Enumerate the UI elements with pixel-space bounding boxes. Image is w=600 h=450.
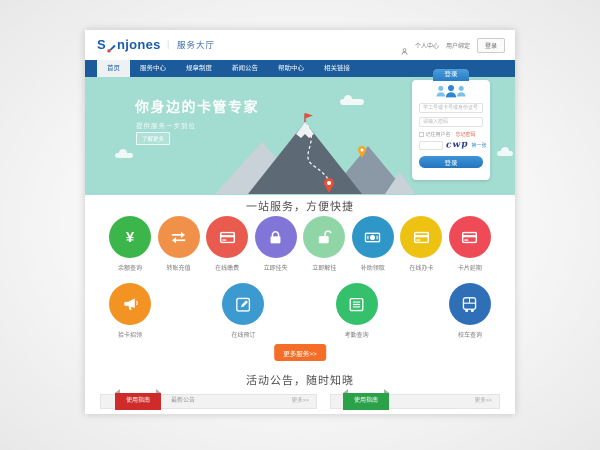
service-label: 补助领取: [350, 263, 396, 272]
service-item[interactable]: 转账充值: [156, 216, 202, 283]
service-label: 余额查询: [107, 263, 153, 272]
user-binding-link[interactable]: 用户绑定: [446, 41, 470, 50]
service-label: 校车查询: [447, 330, 493, 339]
service-item[interactable]: ¥ 余额查询: [107, 216, 153, 283]
service-item[interactable]: 在线预订: [220, 283, 266, 350]
transfer-icon[interactable]: [158, 216, 200, 258]
tab-usage-guide-right[interactable]: 使用指南: [343, 393, 389, 410]
card-icon[interactable]: [206, 216, 248, 258]
more-link-right[interactable]: 更多>>: [475, 395, 492, 408]
header-divider: |: [167, 39, 169, 49]
portal-name: 服务大厅: [177, 39, 215, 51]
portal-page: S njones | 服务大厅 个人中心 用户绑定 登录 首页 服务中心 规章制…: [85, 30, 515, 414]
cloud-decoration: [115, 153, 133, 158]
captcha-row: cwp 换一张: [419, 140, 487, 150]
edit-icon[interactable]: [222, 283, 264, 325]
service-label: 考勤查询: [334, 330, 380, 339]
unlock-icon[interactable]: [303, 216, 345, 258]
service-item[interactable]: 立即挂失: [253, 216, 299, 283]
login-tab[interactable]: 登录: [433, 69, 469, 81]
login-panel: 登录 记住用户名 忘记密码 cwp 换一张 登录: [412, 80, 490, 180]
service-label: 在线办卡: [398, 263, 444, 272]
service-item[interactable]: 卡片延期: [447, 216, 493, 283]
list-icon[interactable]: [336, 283, 378, 325]
services-grid: ¥ 余额查询转账充值在线缴费立即挂失立即解挂补助领取在线办卡卡片延期拾卡招领 在线预…: [107, 216, 493, 350]
cloud-decoration: [497, 151, 513, 156]
hero-subtitle: 提供服务一步到位: [136, 120, 196, 130]
announcements-section-title: 活动公告，随时知晓: [85, 372, 515, 388]
service-item[interactable]: 考勤查询: [334, 283, 380, 350]
money-icon[interactable]: [352, 216, 394, 258]
service-item[interactable]: 在线缴费: [204, 216, 250, 283]
announcements-left-panel: 使用指南 最新公告 更多>>: [100, 394, 317, 409]
nav-item-related-links[interactable]: 相关链接: [314, 60, 360, 77]
tab-usage-guide-left[interactable]: 使用指南: [115, 393, 161, 410]
browser-viewport: S njones | 服务大厅 个人中心 用户绑定 登录 首页 服务中心 规章制…: [0, 0, 600, 450]
nav-item-rules[interactable]: 规章制度: [176, 60, 222, 77]
logo-arrow-icon: [107, 40, 116, 50]
username-input[interactable]: [419, 103, 483, 113]
yuan-icon[interactable]: ¥: [109, 216, 151, 258]
captcha-image[interactable]: cwp: [446, 139, 469, 150]
service-item[interactable]: 在线办卡: [398, 216, 444, 283]
header-links: 个人中心 用户绑定 登录: [401, 30, 505, 60]
card-icon[interactable]: [400, 216, 442, 258]
service-item[interactable]: 拾卡招领: [107, 283, 153, 350]
announcements-right-panel: 使用指南 更多>>: [330, 394, 500, 409]
service-label: 拾卡招领: [107, 330, 153, 339]
logo-text-suffix: njones: [117, 37, 161, 52]
service-item[interactable]: 校车查询: [447, 283, 493, 350]
nav-item-home[interactable]: 首页: [97, 60, 130, 77]
lock-icon[interactable]: [255, 216, 297, 258]
login-options: 记住用户名 忘记密码: [419, 131, 476, 138]
service-item[interactable]: 补助领取: [350, 216, 396, 283]
services-section-title: 一站服务，方便快捷: [85, 198, 515, 214]
site-header: S njones | 服务大厅 个人中心 用户绑定 登录: [85, 30, 515, 60]
logo-text-prefix: S: [97, 37, 106, 52]
tab-latest-notices[interactable]: 最新公告: [171, 395, 195, 408]
more-link-left[interactable]: 更多>>: [292, 395, 309, 408]
horn-icon[interactable]: [109, 283, 151, 325]
users-icon: [434, 84, 468, 103]
nav-item-service-center[interactable]: 服务中心: [130, 60, 176, 77]
captcha-input[interactable]: [419, 141, 443, 150]
login-submit-button[interactable]: 登录: [419, 156, 483, 168]
forgot-password-link[interactable]: 忘记密码: [456, 131, 476, 138]
service-label: 转账充值: [156, 263, 202, 272]
mountain-illustration: [210, 112, 415, 194]
logo[interactable]: S njones: [97, 37, 161, 52]
remember-label: 记住用户名: [426, 131, 451, 138]
service-item[interactable]: 立即解挂: [301, 216, 347, 283]
service-label: 卡片延期: [447, 263, 493, 272]
nav-item-help-center[interactable]: 帮助中心: [268, 60, 314, 77]
card-icon[interactable]: [449, 216, 491, 258]
captcha-refresh-link[interactable]: 换一张: [472, 142, 487, 149]
nav-item-news[interactable]: 新闻公告: [222, 60, 268, 77]
password-input[interactable]: [419, 117, 483, 127]
user-icon: [401, 42, 408, 49]
cloud-decoration: [340, 99, 364, 105]
personal-center-link[interactable]: 个人中心: [415, 41, 439, 50]
service-label: 立即挂失: [253, 263, 299, 272]
bus-icon[interactable]: [449, 283, 491, 325]
remember-checkbox[interactable]: [419, 132, 424, 137]
more-services-button[interactable]: 更多服务>>: [274, 344, 326, 361]
service-label: 立即解挂: [301, 263, 347, 272]
service-label: 在线预订: [220, 330, 266, 339]
hero-cta-button[interactable]: 了解更多: [136, 132, 170, 145]
header-login-button[interactable]: 登录: [477, 38, 505, 53]
service-label: 在线缴费: [204, 263, 250, 272]
